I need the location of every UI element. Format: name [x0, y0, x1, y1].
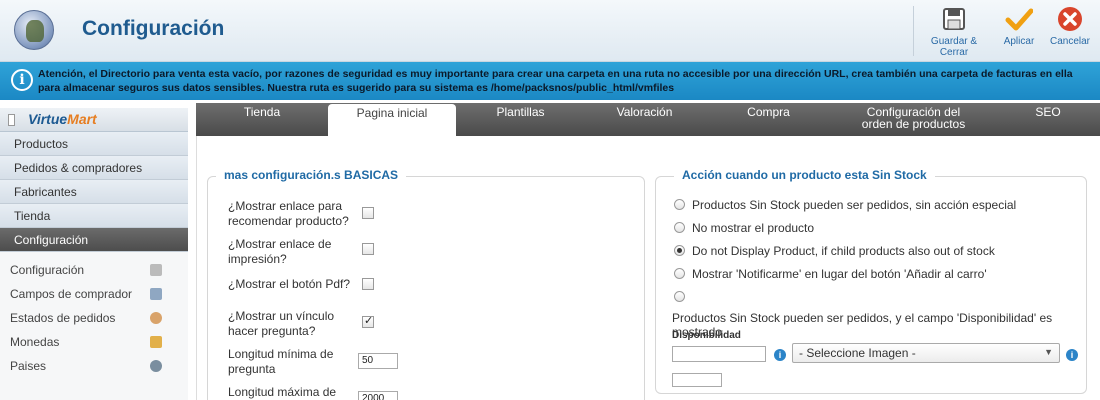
header: Configuración Guardar & Cerrar Aplicar C… — [0, 0, 1100, 62]
checkmark-icon — [1005, 8, 1033, 31]
field-label: ¿Mostrar un vínculo hacer pregunta? — [228, 309, 335, 338]
max-question-length-input[interactable]: 2000 — [358, 391, 398, 400]
sidebar-item-configuracion[interactable]: Configuración — [0, 228, 188, 252]
field-label: ¿Mostrar el botón Pdf? — [228, 277, 351, 291]
out-of-stock-legend: Acción cuando un producto esta Sin Stock — [674, 168, 935, 182]
save-icon — [943, 8, 965, 30]
virtuemart-logo: VirtueMart — [28, 111, 97, 127]
apply-button[interactable]: Aplicar — [994, 5, 1044, 47]
tab-orden-productos[interactable]: Configuración del orden de productos — [831, 103, 996, 136]
pdf-button-checkbox[interactable] — [362, 278, 374, 290]
sidebar-item-tienda[interactable]: Tienda — [0, 204, 188, 228]
notice-text: Atención, el Directorio para venta esta … — [38, 68, 1073, 94]
info-icon: i — [11, 69, 33, 91]
info-icon[interactable]: i — [774, 349, 786, 361]
coins-icon — [150, 336, 162, 348]
tab-content: mas configuración.s BASICAS ¿Mostrar enl… — [196, 136, 1100, 400]
sidebar: VirtueMart Productos Pedidos & comprador… — [0, 108, 188, 400]
save-close-label: Guardar & Cerrar — [930, 36, 978, 58]
stock-option-label: No mostrar el producto — [692, 221, 815, 235]
stock-option-radio[interactable] — [674, 245, 685, 256]
submenu-item-campos-comprador[interactable]: Campos de comprador — [0, 282, 188, 306]
sidebar-collapse-toggle[interactable] — [8, 114, 15, 126]
security-notice: i Atención, el Directorio para venta est… — [0, 62, 1100, 100]
tab-pagina-inicial[interactable]: Pagina inicial — [328, 104, 456, 137]
stock-option-label: Mostrar 'Notificarme' en lugar del botón… — [692, 267, 987, 281]
basic-settings-legend: mas configuración.s BASICAS — [216, 168, 407, 182]
page-title: Configuración — [82, 17, 225, 40]
status-icon — [150, 312, 162, 324]
sidebar-item-fabricantes[interactable]: Fabricantes — [0, 180, 188, 204]
sidebar-submenu: Configuración Campos de comprador Estado… — [0, 252, 188, 400]
image-select[interactable]: - Seleccione Imagen - ▼ — [792, 343, 1060, 363]
submenu-item-monedas[interactable]: Monedas — [0, 330, 188, 354]
tab-valoracion[interactable]: Valoración — [583, 103, 706, 136]
form-icon — [150, 288, 162, 300]
tab-compra[interactable]: Compra — [706, 103, 831, 136]
sidebar-item-pedidos[interactable]: Pedidos & compradores — [0, 156, 188, 180]
globe-icon — [150, 360, 162, 372]
submenu-item-estados-pedidos[interactable]: Estados de pedidos — [0, 306, 188, 330]
joomla-logo-icon — [14, 10, 54, 50]
sidebar-header: VirtueMart — [0, 108, 188, 132]
stock-option-label: Do not Display Product, if child product… — [692, 244, 995, 258]
cancel-button[interactable]: Cancelar — [1044, 5, 1096, 47]
ask-question-checkbox[interactable] — [362, 314, 374, 328]
sidebar-item-productos[interactable]: Productos — [0, 132, 188, 156]
stock-option-label: Productos Sin Stock pueden ser pedidos, … — [692, 198, 1017, 212]
tab-bar: Tienda Pagina inicial Plantillas Valorac… — [196, 103, 1100, 137]
save-close-button[interactable]: Guardar & Cerrar — [918, 5, 990, 58]
info-icon[interactable]: i — [1066, 349, 1078, 361]
stock-option-radio[interactable] — [674, 199, 685, 210]
out-of-stock-panel: Acción cuando un producto esta Sin Stock… — [655, 168, 1087, 394]
stock-option-radio[interactable] — [674, 291, 685, 302]
recommend-link-checkbox[interactable] — [362, 207, 374, 219]
tab-seo[interactable]: SEO — [996, 103, 1100, 136]
field-label: ¿Mostrar enlace de impresión? — [228, 237, 332, 266]
basic-settings-panel: mas configuración.s BASICAS ¿Mostrar enl… — [207, 168, 645, 400]
close-icon — [1058, 7, 1082, 31]
print-link-checkbox[interactable] — [362, 243, 374, 255]
chevron-down-icon: ▼ — [1044, 347, 1053, 357]
submenu-item-configuracion[interactable]: Configuración — [0, 258, 188, 282]
cancel-label: Cancelar — [1049, 36, 1091, 47]
toolbar-divider — [913, 6, 914, 56]
tab-tienda[interactable]: Tienda — [196, 103, 328, 136]
stock-option-radio[interactable] — [674, 222, 685, 233]
extra-input[interactable] — [672, 373, 722, 387]
field-label: ¿Mostrar enlace para recomendar producto… — [228, 199, 349, 228]
submenu-item-paises[interactable]: Paises — [0, 354, 188, 378]
stock-option-radio[interactable] — [674, 268, 685, 279]
availability-input[interactable] — [672, 346, 766, 362]
min-question-length-input[interactable]: 50 — [358, 353, 398, 369]
tools-icon — [150, 264, 162, 276]
field-label: Longitud máxima de — [228, 385, 337, 399]
apply-label: Aplicar — [1003, 36, 1035, 47]
availability-label: Disponibilidad — [672, 330, 741, 341]
field-label: Longitud mínima de pregunta — [228, 347, 334, 376]
tab-plantillas[interactable]: Plantillas — [458, 103, 583, 136]
